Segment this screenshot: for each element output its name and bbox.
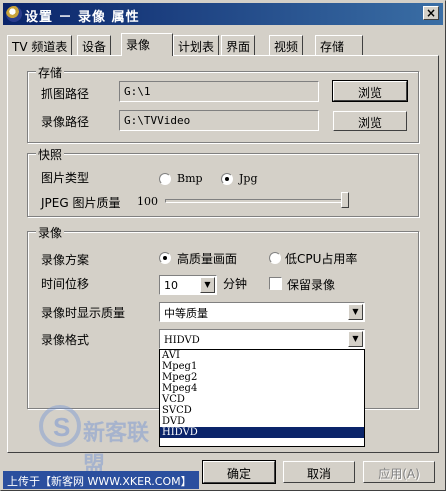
format-option[interactable]: Mpeg4 (160, 383, 364, 394)
jpeg-quality-value: 100 (137, 195, 158, 208)
time-shift-select[interactable]: 10 ▼ (159, 275, 217, 295)
scheme-low-cpu-radio[interactable] (269, 252, 281, 264)
jpeg-quality-label: JPEG 图片质量 (41, 196, 121, 210)
format-option[interactable]: HIDVD (160, 427, 364, 438)
record-browse-button[interactable]: 浏览 (333, 111, 407, 131)
tab-video[interactable]: 视频 (269, 35, 304, 55)
settings-dialog: 设置 － 录像 属性 × TV 频道表 设备 录像 计划表 界面 视频 存储 存… (0, 0, 446, 491)
tab-interface[interactable]: 界面 (221, 35, 256, 55)
record-format-select[interactable]: HIDVD ▼ (159, 329, 365, 349)
display-quality-select[interactable]: 中等质量 ▼ (159, 302, 365, 322)
format-option[interactable]: AVI (160, 350, 364, 361)
recording-group-label: 录像 (36, 224, 65, 241)
apply-button: 应用(A) (363, 461, 435, 483)
bmp-radio-label[interactable]: Bmp (177, 172, 203, 185)
image-type-label: 图片类型 (41, 171, 90, 185)
display-quality-value: 中等质量 (164, 307, 208, 320)
scheme-high-quality-radio[interactable] (159, 252, 171, 264)
site-watermark-logo: S 新客联盟 (21, 379, 161, 477)
scheme-low-cpu-label[interactable]: 低CPU占用率 (285, 250, 357, 267)
tab-schedule[interactable]: 计划表 (173, 35, 220, 55)
snapshot-group-label: 快照 (36, 146, 65, 163)
title-bar[interactable]: 设置 － 录像 属性 × (3, 3, 443, 25)
time-shift-value: 10 (164, 279, 178, 292)
app-icon (6, 6, 22, 22)
capture-path-field[interactable]: G:\1 (119, 81, 319, 102)
tab-storage[interactable]: 存储 (315, 35, 363, 55)
display-quality-label: 录像时显示质量 (41, 306, 126, 320)
jpeg-quality-slider-thumb[interactable] (341, 192, 349, 208)
ok-button[interactable]: 确定 (202, 460, 276, 484)
jpg-radio-label[interactable]: Jpg (239, 172, 258, 185)
record-format-dropdown-list[interactable]: AVI Mpeg1 Mpeg2 Mpeg4 VCD SVCD DVD HIDVD (159, 349, 365, 447)
format-option[interactable]: Mpeg1 (160, 361, 364, 372)
jpg-radio[interactable] (221, 173, 233, 185)
jpeg-quality-slider-track[interactable] (165, 199, 349, 203)
close-button[interactable]: × (423, 6, 439, 20)
record-scheme-label: 录像方案 (41, 253, 90, 267)
record-path-field[interactable]: G:\TVVideo (119, 110, 319, 131)
format-option[interactable]: VCD (160, 394, 364, 405)
time-shift-label: 时间位移 (41, 277, 90, 291)
display-quality-dropdown-icon[interactable]: ▼ (348, 304, 363, 320)
capture-browse-button[interactable]: 浏览 (332, 80, 408, 102)
record-format-value: HIDVD (164, 335, 200, 346)
record-format-label: 录像格式 (41, 333, 90, 347)
keep-recording-checkbox[interactable] (269, 277, 282, 290)
storage-group-label: 存储 (36, 64, 65, 81)
tab-device[interactable]: 设备 (77, 35, 112, 55)
time-shift-unit: 分钟 (223, 277, 248, 291)
bmp-radio[interactable] (159, 173, 171, 185)
tab-tv-channels[interactable]: TV 频道表 (7, 35, 73, 55)
upload-source-banner: 上传于【新客网 WWW.XKER.COM】 (3, 471, 199, 489)
window-title: 设置 － 录像 属性 (25, 10, 140, 25)
keep-recording-label[interactable]: 保留录像 (287, 276, 335, 293)
capture-path-label: 抓图路径 (41, 87, 90, 101)
record-path-label: 录像路径 (41, 115, 90, 129)
tab-recording[interactable]: 录像 (121, 33, 173, 56)
scheme-high-quality-label[interactable]: 高质量画面 (177, 250, 237, 267)
cancel-button[interactable]: 取消 (283, 461, 355, 483)
format-option[interactable]: SVCD (160, 405, 364, 416)
time-shift-dropdown-icon[interactable]: ▼ (200, 277, 215, 293)
watermark-text: 新客联盟 (83, 420, 150, 477)
watermark-letter: S (53, 412, 71, 442)
format-option[interactable]: Mpeg2 (160, 372, 364, 383)
format-option[interactable]: DVD (160, 416, 364, 427)
record-format-dropdown-icon[interactable]: ▼ (348, 331, 363, 347)
